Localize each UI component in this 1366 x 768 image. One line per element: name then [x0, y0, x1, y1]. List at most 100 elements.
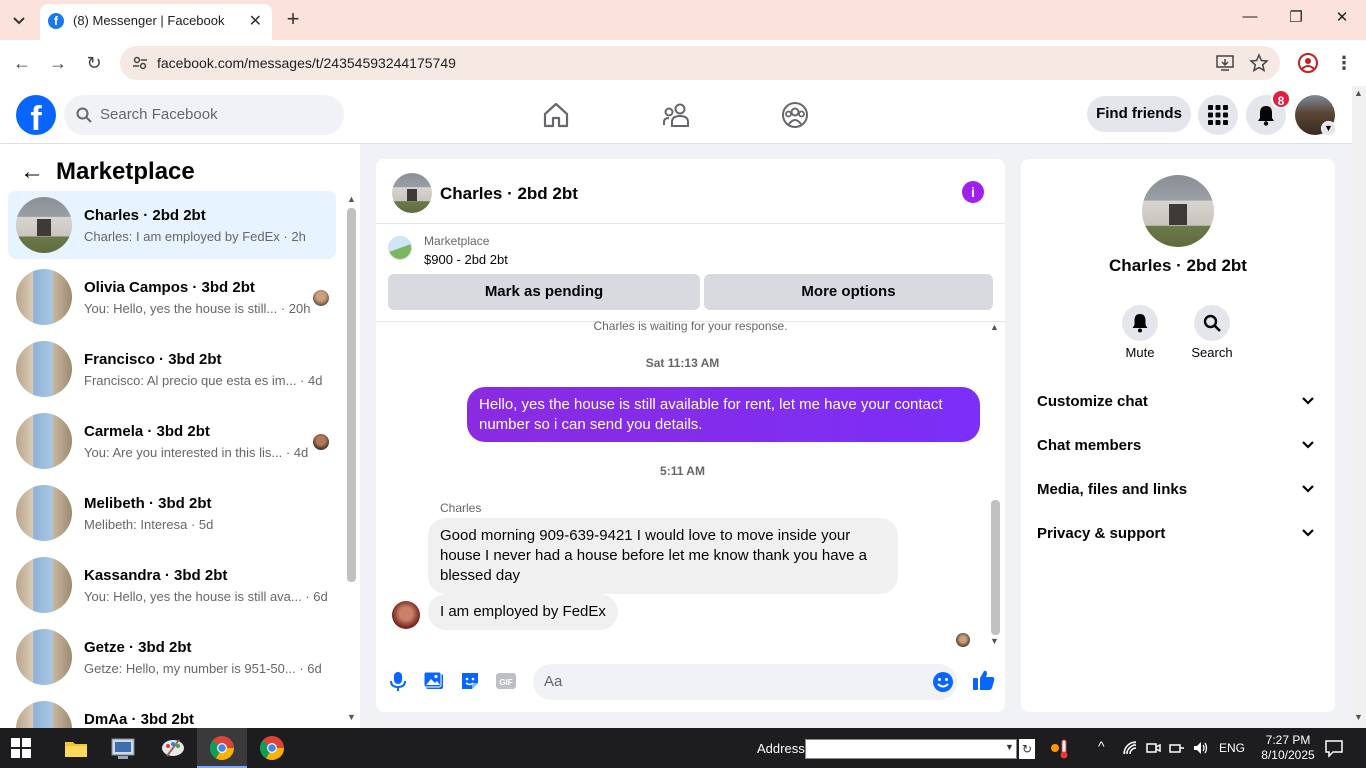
volume-icon[interactable] [1192, 740, 1210, 756]
network-app-icon[interactable] [109, 734, 137, 762]
chat-window: Charles · 2bd 2bt i Marketplace $900 - 2… [376, 159, 1005, 712]
emoji-icon[interactable] [932, 671, 954, 693]
forward-button[interactable]: → [47, 52, 69, 74]
scroll-down-arrow[interactable]: ▼ [1354, 712, 1363, 722]
groups-icon[interactable] [780, 100, 810, 130]
search-input[interactable]: Search Facebook [64, 95, 344, 135]
conversation-item[interactable]: Olivia Campos · 3bd 2bt You: Hello, yes … [8, 263, 336, 331]
facebook-logo-icon[interactable]: f [16, 95, 56, 135]
install-app-icon[interactable] [1216, 54, 1234, 72]
sender-name: Charles [440, 501, 482, 515]
page-scrollbar[interactable]: ▲ ▼ [1352, 86, 1366, 728]
conversation-item[interactable]: Melibeth · 3bd 2bt Melibeth: Interesa · … [8, 479, 336, 547]
meet-icon[interactable] [1145, 740, 1161, 756]
bookmark-star-icon[interactable] [1249, 53, 1269, 73]
tab-search-button[interactable] [9, 10, 29, 30]
conversation-item[interactable]: Getze · 3bd 2bt Getze: Hello, my number … [8, 623, 336, 691]
clock-time: 7:27 PM [1265, 733, 1311, 747]
scroll-down-arrow[interactable]: ▼ [990, 636, 999, 646]
listing-thumbnail[interactable] [388, 236, 412, 260]
wifi-icon[interactable] [1122, 740, 1138, 756]
privacy-support-section[interactable]: Privacy & support [1037, 513, 1319, 553]
conversation-list-scrollbar[interactable] [347, 208, 356, 582]
system-clock[interactable]: 7:27 PM 8/10/2025 [1256, 733, 1320, 763]
scroll-down-arrow[interactable]: ▼ [347, 712, 356, 722]
media-files-links-section[interactable]: Media, files and links [1037, 469, 1319, 509]
scroll-up-arrow[interactable]: ▲ [1354, 88, 1363, 98]
bell-icon [1132, 314, 1148, 333]
chevron-down-icon [1302, 529, 1314, 537]
back-arrow-icon[interactable]: ← [20, 158, 44, 186]
section-title: Customize chat [1037, 393, 1148, 410]
conversation-preview: You: Are you interested in this lis... ·… [84, 445, 309, 460]
thumbs-up-icon[interactable] [972, 668, 996, 692]
customize-chat-section[interactable]: Customize chat [1037, 381, 1319, 421]
file-explorer-icon[interactable] [62, 734, 90, 762]
site-settings-icon[interactable] [132, 55, 148, 71]
maximize-button[interactable]: ❐ [1284, 8, 1308, 32]
back-button[interactable]: ← [11, 52, 33, 74]
conversation-preview: You: Hello, yes the house is still... · … [84, 301, 311, 316]
friends-icon[interactable] [661, 100, 691, 130]
sender-avatar[interactable] [392, 601, 420, 629]
network-icon[interactable] [1169, 740, 1185, 756]
notification-center-icon[interactable] [1324, 738, 1344, 758]
timestamp: Sat 11:13 AM [645, 356, 720, 370]
chrome-menu-icon[interactable]: ⋮ [1333, 52, 1355, 74]
menu-button[interactable] [1198, 95, 1238, 135]
address-toolbar-input[interactable]: ▼ [805, 739, 1017, 759]
conversation-preview: Charles: I am employed by FedEx · 2h [84, 229, 306, 244]
search-icon [76, 107, 92, 123]
chat-details-panel: Charles · 2bd 2bt Mute Search Customize … [1021, 159, 1335, 712]
weather-icon[interactable] [1050, 737, 1072, 759]
message-input[interactable]: Aa [533, 664, 957, 700]
profile-icon[interactable] [1297, 52, 1319, 74]
conversation-item[interactable]: Carmela · 3bd 2bt You: Are you intereste… [8, 407, 336, 475]
gif-icon[interactable]: GIF [495, 670, 517, 692]
close-tab-icon[interactable]: ✕ [249, 11, 262, 31]
chat-avatar[interactable] [392, 173, 432, 213]
conversation-item[interactable]: DmAa · 3bd 2bt [8, 695, 336, 728]
timestamp: 5:11 AM [660, 464, 705, 478]
chat-title[interactable]: Charles · 2bd 2bt [440, 184, 578, 204]
address-bar[interactable]: facebook.com/messages/t/2435459324417574… [120, 46, 1280, 80]
account-chevron-icon[interactable]: ▼ [1321, 121, 1336, 136]
info-icon[interactable]: i [962, 181, 984, 203]
close-window-button[interactable]: ✕ [1330, 8, 1354, 32]
input-language[interactable]: ENG [1219, 741, 1245, 755]
search-in-chat-button[interactable] [1194, 305, 1230, 341]
chat-members-section[interactable]: Chat members [1037, 425, 1319, 465]
mark-as-pending-button[interactable]: Mark as pending [388, 274, 700, 310]
browser-tab[interactable]: f (8) Messenger | Facebook ✕ [40, 4, 272, 40]
conversation-name: DmAa · 3bd 2bt [84, 711, 195, 728]
sticker-icon[interactable] [459, 670, 481, 692]
listing-title[interactable]: $900 - 2bd 2bt [424, 252, 508, 267]
contact-avatar[interactable] [1142, 175, 1214, 247]
chrome-profile-icon[interactable] [258, 734, 286, 762]
mute-button[interactable] [1122, 305, 1158, 341]
windows-start-icon[interactable] [11, 738, 31, 758]
scroll-up-arrow[interactable]: ▲ [990, 322, 999, 332]
more-options-button[interactable]: More options [704, 274, 993, 310]
address-toolbar-label: Address [757, 741, 805, 756]
message-thread-scrollbar[interactable] [991, 500, 1000, 635]
search-label: Search [1191, 345, 1233, 360]
go-button[interactable]: ↻ [1019, 739, 1035, 759]
home-icon[interactable] [541, 100, 571, 130]
minimize-button[interactable]: — [1238, 8, 1262, 32]
scroll-up-arrow[interactable]: ▲ [347, 194, 356, 204]
paint-app-icon[interactable] [159, 734, 187, 762]
facebook-favicon-icon: f [48, 13, 64, 29]
microphone-icon[interactable] [387, 670, 409, 692]
conversation-item[interactable]: Kassandra · 3bd 2bt You: Hello, yes the … [8, 551, 336, 619]
new-tab-button[interactable]: + [282, 8, 304, 30]
dropdown-arrow-icon[interactable]: ▼ [1005, 742, 1014, 752]
conversation-item[interactable]: Francisco · 3bd 2bt Francisco: Al precio… [8, 335, 336, 403]
conversation-item[interactable]: Charles · 2bd 2bt Charles: I am employed… [8, 191, 336, 259]
show-hidden-icons-chevron-icon[interactable]: ^ [1098, 738, 1105, 754]
conversation-name: Olivia Campos · 3bd 2bt [84, 279, 255, 296]
reload-button[interactable]: ↻ [83, 52, 105, 74]
find-friends-button[interactable]: Find friends [1087, 96, 1191, 132]
photo-icon[interactable] [423, 670, 445, 692]
chrome-taskbar-button-active[interactable] [197, 728, 247, 768]
